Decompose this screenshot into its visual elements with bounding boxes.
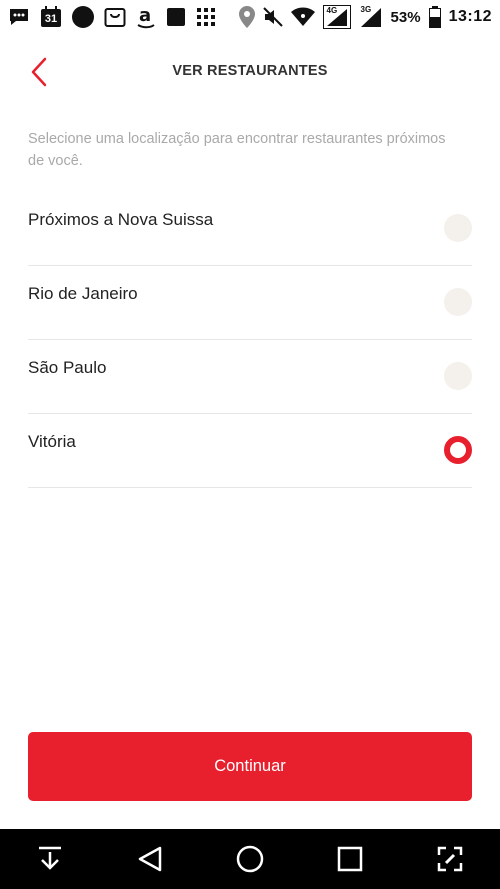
network-4g-label: 4G [326,6,338,15]
location-list: Próximos a Nova Suissa Rio de Janeiro Sã… [28,192,472,488]
clock: 13:12 [448,8,492,25]
recents-square-icon [337,846,363,872]
back-nav-button[interactable] [120,829,180,889]
shopping-icon [104,6,126,28]
status-bar-right: 4G 3G 53% 13:12 [238,5,492,29]
location-label: Próximos a Nova Suissa [28,210,214,229]
calendar-day: 31 [44,13,58,25]
calendar-icon: 31 [40,6,62,28]
home-circle-icon [236,845,264,873]
back-triangle-icon [138,846,162,872]
download-icon [39,846,61,870]
location-item-rio-de-janeiro[interactable]: Rio de Janeiro [28,266,472,340]
status-bar: 31 a 4G 3G 53% 13:12 [0,0,500,34]
battery-icon [428,6,441,28]
nav-bar [0,829,500,889]
square-icon [166,7,186,27]
grid-icon [196,7,216,27]
download-button[interactable] [20,829,80,889]
network-3g-label: 3G [360,5,372,14]
messages-icon [8,7,30,27]
radio-button[interactable] [444,214,472,242]
screen: 31 a 4G 3G 53% 13:12 VER RESTAURANTES Se… [0,0,500,889]
location-item-vitoria[interactable]: Vitória [28,414,472,488]
location-item-sao-paulo[interactable]: São Paulo [28,340,472,414]
radio-button[interactable] [444,288,472,316]
svg-text:a: a [139,5,151,26]
amazon-icon: a [136,5,156,29]
record-icon [72,6,94,28]
continue-button[interactable]: Continuar [28,732,472,801]
signal-4g-icon: 4G [322,5,351,29]
intro-text: Selecione uma localização para encontrar… [28,131,446,169]
signal-3g-icon: 3G [359,5,383,29]
location-icon [238,6,255,28]
home-button[interactable] [220,829,280,889]
location-label: Vitória [28,432,76,451]
header: VER RESTAURANTES [0,34,500,110]
radio-button[interactable] [444,362,472,390]
location-label: Rio de Janeiro [28,284,138,303]
edit-screen-button[interactable] [420,829,480,889]
mute-icon [262,7,283,27]
recents-button[interactable] [320,829,380,889]
wifi-icon [290,7,315,27]
status-bar-left: 31 a [8,5,216,29]
location-item-nova-suissa[interactable]: Próximos a Nova Suissa [28,192,472,266]
battery-percent: 53% [390,8,421,26]
edit-screen-icon [437,846,463,872]
location-label: São Paulo [28,358,107,377]
page-title: VER RESTAURANTES [172,63,328,79]
radio-button-selected[interactable] [444,436,472,464]
